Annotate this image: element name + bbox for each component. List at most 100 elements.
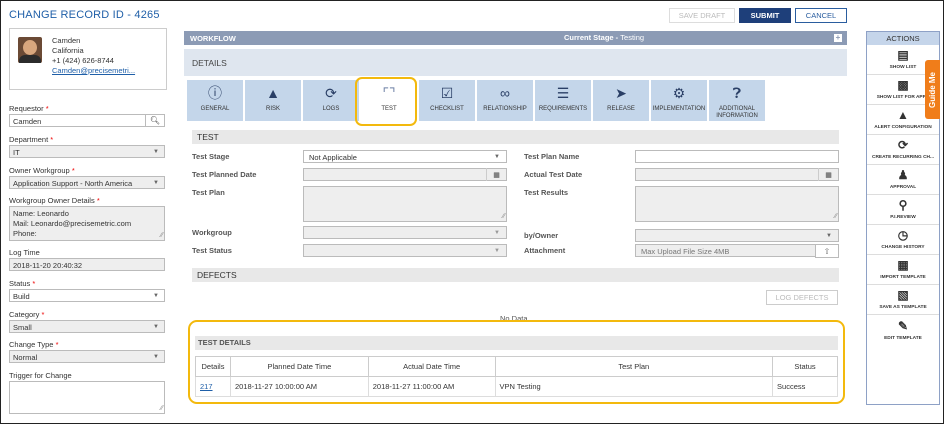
chevron-down-icon: ▼ bbox=[826, 233, 832, 239]
user-location: California bbox=[52, 46, 84, 55]
chevron-down-icon: ▼ bbox=[153, 293, 159, 299]
attachment-label: Attachment bbox=[524, 246, 566, 255]
action-import-template[interactable]: ▦ IMPORT TEMPLATE bbox=[867, 255, 939, 285]
chevron-down-icon: ▼ bbox=[153, 180, 159, 186]
log-defects-button[interactable]: LOG DEFECTS bbox=[766, 290, 838, 305]
tab-additional-information[interactable]: ❓︎ ADDITIONAL INFORMATION bbox=[709, 80, 765, 121]
tab-relationship[interactable]: ∞ RELATIONSHIP bbox=[477, 80, 533, 121]
test-results-label: Test Results bbox=[524, 188, 569, 197]
calendar-icon[interactable]: ▦ bbox=[818, 168, 838, 181]
cancel-button[interactable]: CANCEL bbox=[795, 8, 847, 23]
action-create-recurring[interactable]: ⟳ CREATE RECURRING CH... bbox=[867, 135, 939, 165]
test-plan-textarea[interactable]: ∕∕ bbox=[303, 186, 507, 222]
owner-workgroup-label: Owner Workgroup * bbox=[9, 166, 75, 175]
test-plan-label: Test Plan bbox=[192, 188, 225, 197]
category-select[interactable]: Small ▼ bbox=[9, 320, 165, 333]
tab-checklist[interactable]: ☑ CHECKLIST bbox=[419, 80, 475, 121]
tab-release[interactable]: ➤ RELEASE bbox=[593, 80, 649, 121]
review-icon: ⚲ bbox=[898, 198, 908, 212]
search-icon[interactable]: 🔍︎ bbox=[145, 115, 164, 126]
tab-risk[interactable]: ▲ RISK bbox=[245, 80, 301, 121]
planned-date-label: Test Planned Date bbox=[192, 170, 257, 179]
by-owner-select[interactable]: ▼ bbox=[635, 229, 839, 242]
test-stage-select[interactable]: Not Applicable ▼ bbox=[303, 150, 507, 163]
action-approval[interactable]: ♟ APPROVAL bbox=[867, 165, 939, 195]
status-select[interactable]: Build ▼ bbox=[9, 289, 165, 302]
save-template-icon: ▧ bbox=[897, 288, 909, 302]
trigger-label: Trigger for Change bbox=[9, 371, 72, 380]
alert-icon: ▲ bbox=[897, 108, 909, 122]
log-time-label: Log Time bbox=[9, 248, 40, 257]
avatar bbox=[18, 37, 42, 63]
planned-date-input[interactable]: ▦ bbox=[303, 168, 507, 181]
attachment-input[interactable]: Max Upload File Size 4MB ⇧ bbox=[635, 244, 839, 258]
log-time-field: 2018-11-20 20:40:32 bbox=[9, 258, 165, 271]
plan-name-input[interactable] bbox=[635, 150, 839, 163]
edit-template-icon: ✎ bbox=[897, 318, 909, 333]
chevron-down-icon: ▼ bbox=[153, 324, 159, 330]
requestor-input[interactable]: Camden 🔍︎ bbox=[9, 114, 165, 127]
test-tab-highlight bbox=[355, 77, 417, 126]
plan-name-label: Test Plan Name bbox=[524, 152, 580, 161]
action-edit-template[interactable]: ✎ EDIT TEMPLATE bbox=[867, 315, 939, 345]
logs-icon: ⟳ bbox=[325, 85, 337, 101]
expand-icon[interactable]: + bbox=[834, 34, 842, 42]
tab-logs[interactable]: ⟳ LOGS bbox=[303, 80, 359, 121]
test-results-textarea[interactable]: ∕∕ bbox=[635, 186, 839, 222]
test-status-select[interactable]: ▼ bbox=[303, 244, 507, 257]
resize-grip-icon[interactable]: ∕∕ bbox=[161, 232, 163, 239]
tab-implementation[interactable]: ⚙ IMPLEMENTATION bbox=[651, 80, 707, 121]
test-details-highlight bbox=[188, 320, 845, 404]
chevron-down-icon: ▼ bbox=[153, 149, 159, 155]
link-icon: ∞ bbox=[500, 85, 510, 101]
change-type-select[interactable]: Normal ▼ bbox=[9, 350, 165, 363]
user-card: Camden California +1 (424) 626-8744 Camd… bbox=[9, 28, 167, 90]
chevron-down-icon: ▼ bbox=[494, 154, 500, 160]
actual-date-input[interactable]: ▦ bbox=[635, 168, 839, 181]
info-icon: ⓘ bbox=[208, 85, 222, 101]
requirements-icon: ☰ bbox=[556, 85, 570, 101]
resize-grip-icon[interactable]: ∕∕ bbox=[161, 405, 163, 412]
recurring-icon: ⟳ bbox=[897, 138, 909, 152]
user-email-link[interactable]: Camden@precisemetri... bbox=[52, 66, 135, 75]
resize-grip-icon[interactable]: ∕∕ bbox=[503, 213, 505, 220]
test-stage-label: Test Stage bbox=[192, 152, 230, 161]
test-status-label: Test Status bbox=[192, 246, 232, 255]
action-save-as-template[interactable]: ▧ SAVE AS TEMPLATE bbox=[867, 285, 939, 315]
tab-general[interactable]: ⓘ GENERAL bbox=[187, 80, 243, 121]
status-label: Status * bbox=[9, 279, 36, 288]
chevron-down-icon: ▼ bbox=[494, 248, 500, 254]
chevron-down-icon: ▼ bbox=[494, 230, 500, 236]
implementation-icon: ⚙ bbox=[672, 85, 686, 101]
release-icon: ➤ bbox=[615, 85, 627, 101]
resize-grip-icon[interactable]: ∕∕ bbox=[835, 213, 837, 220]
department-select[interactable]: IT ▼ bbox=[9, 145, 165, 158]
user-phone: +1 (424) 626-8744 bbox=[52, 56, 114, 65]
warning-icon: ▲ bbox=[266, 85, 280, 101]
department-label: Department * bbox=[9, 135, 54, 144]
action-pi-review[interactable]: ⚲ P.I.REVIEW bbox=[867, 195, 939, 225]
import-icon: ▦ bbox=[897, 258, 909, 272]
tab-requirements[interactable]: ☰ REQUIREMENTS bbox=[535, 80, 591, 121]
actions-title: ACTIONS bbox=[867, 32, 939, 45]
question-icon: ❓︎ bbox=[732, 85, 742, 101]
requestor-label: Requestor * bbox=[9, 104, 49, 113]
category-label: Category * bbox=[9, 310, 45, 319]
calendar-icon[interactable]: ▦ bbox=[486, 168, 506, 181]
action-change-history[interactable]: ◷ CHANGE HISTORY bbox=[867, 225, 939, 255]
details-header: DETAILS bbox=[184, 49, 847, 76]
by-owner-label: by/Owner bbox=[524, 231, 559, 240]
workflow-bar: WORKFLOW Current Stage - Testing + bbox=[184, 31, 847, 45]
record-id-title: CHANGE RECORD ID - 4265 bbox=[9, 9, 160, 21]
save-draft-button[interactable]: SAVE DRAFT bbox=[669, 8, 735, 23]
workgroup-owner-label: Workgroup Owner Details * bbox=[9, 196, 100, 205]
guide-me-tab[interactable]: Guide Me bbox=[925, 60, 940, 119]
workgroup-owner-details: Name: Leonardo Mail: Leonardo@precisemet… bbox=[9, 206, 165, 241]
chevron-down-icon: ▼ bbox=[153, 354, 159, 360]
trigger-textarea[interactable]: ∕∕ bbox=[9, 381, 165, 414]
submit-button[interactable]: SUBMIT bbox=[739, 8, 791, 23]
list-icon: ▤ bbox=[897, 48, 909, 62]
workgroup-select[interactable]: ▼ bbox=[303, 226, 507, 239]
owner-workgroup-select[interactable]: Application Support - North America ▼ bbox=[9, 176, 165, 189]
upload-icon[interactable]: ⇧ bbox=[815, 244, 839, 258]
